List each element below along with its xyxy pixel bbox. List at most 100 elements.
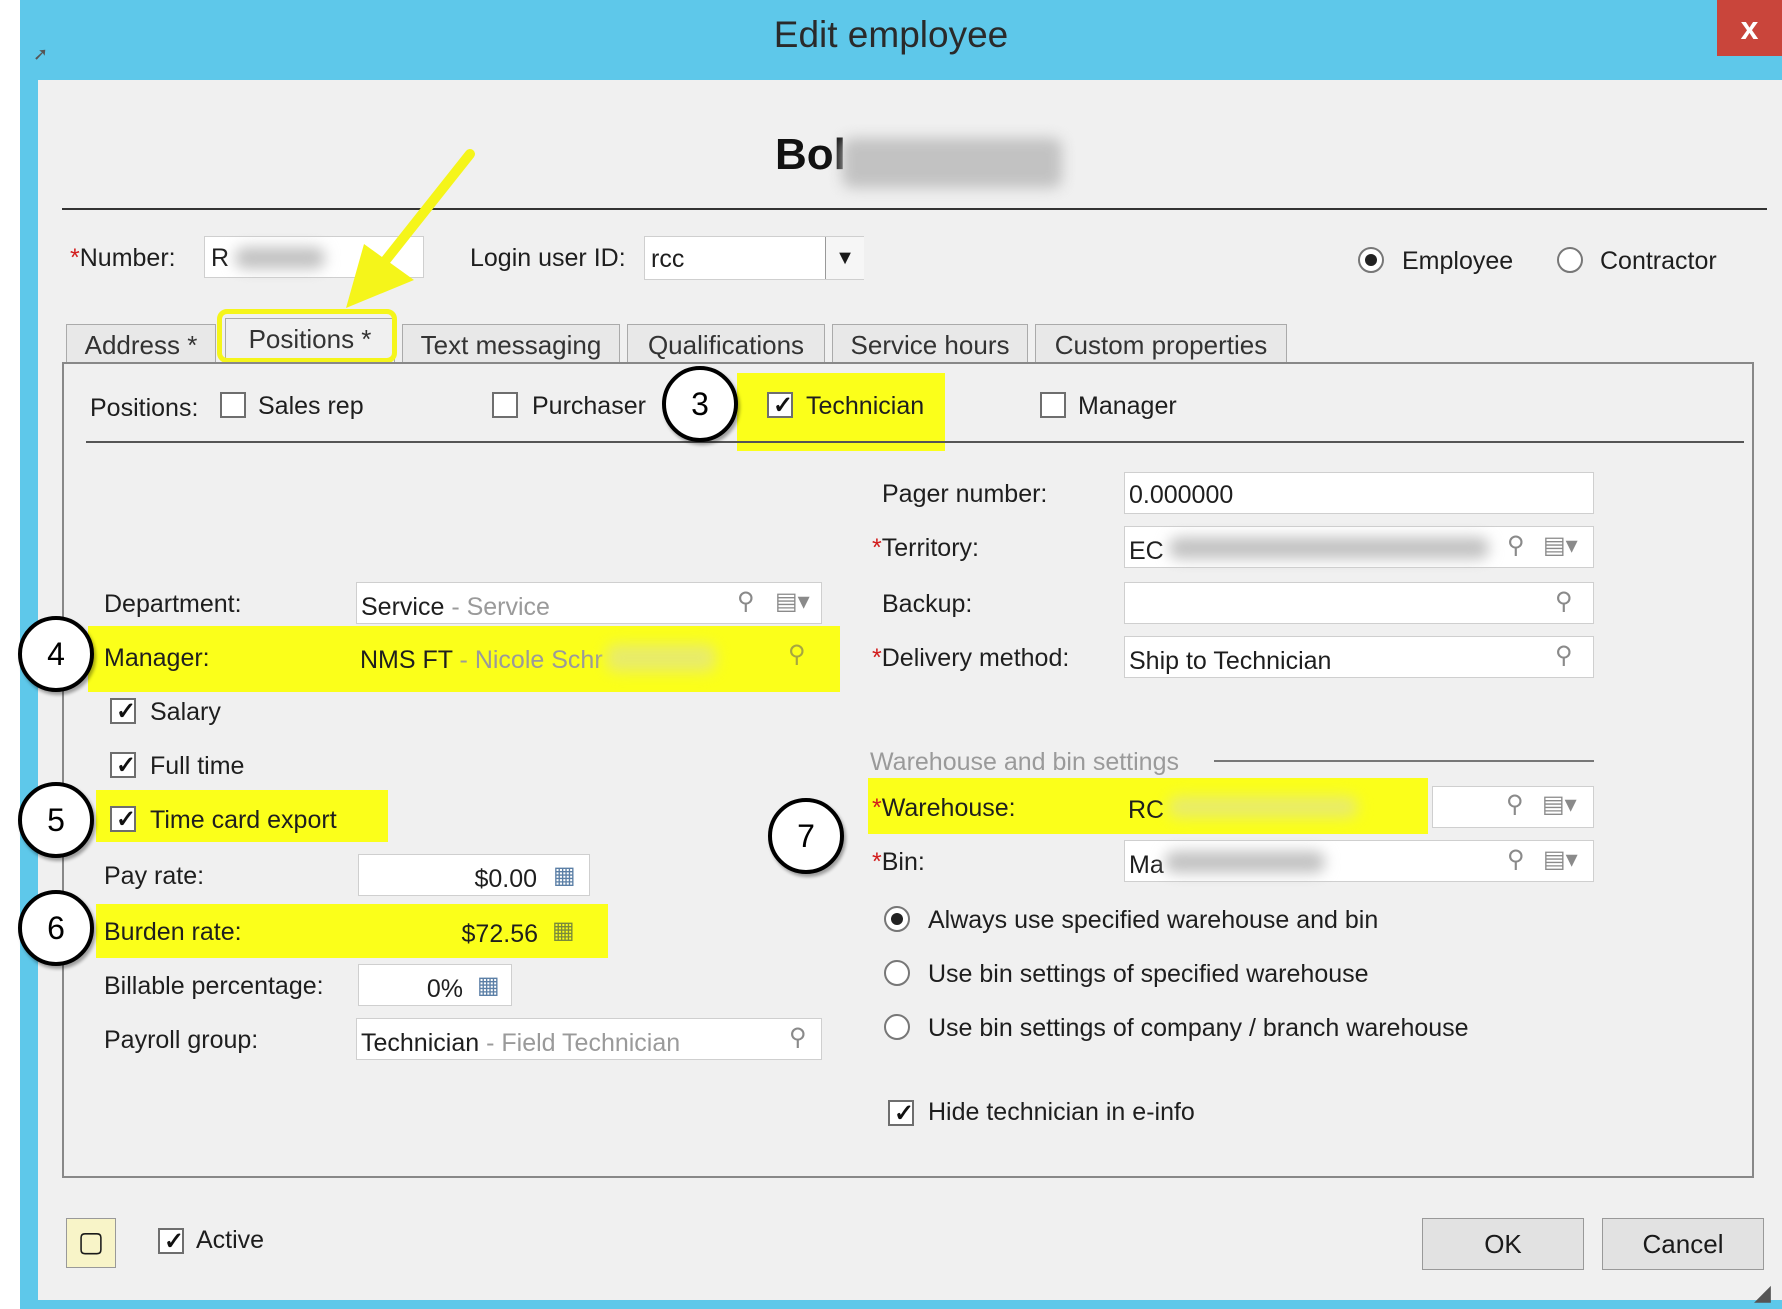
- department-code: Service: [361, 593, 445, 621]
- radio-use-warehouse-bin[interactable]: [884, 960, 910, 986]
- redacted-manager: [606, 644, 716, 672]
- search-icon[interactable]: ⚲: [1555, 641, 1573, 670]
- close-button[interactable]: x: [1717, 0, 1782, 56]
- bin-value: Ma: [1129, 851, 1164, 879]
- search-icon[interactable]: ⚲: [1555, 587, 1573, 616]
- manager-field[interactable]: NMS FT - Nicole Schr ⚲: [356, 636, 822, 678]
- territory-field[interactable]: EC ⚲ ▤▾: [1124, 526, 1594, 568]
- radio-employee[interactable]: [1358, 247, 1384, 273]
- billable-percentage-value: 0%: [426, 975, 463, 1003]
- search-icon[interactable]: ⚲: [1506, 790, 1524, 819]
- pay-rate-label: Pay rate:: [104, 862, 205, 890]
- tab-qualifications[interactable]: Qualifications: [627, 324, 825, 364]
- redacted-warehouse: [1168, 796, 1358, 818]
- lookup-menu-icon[interactable]: ▤▾: [1542, 790, 1577, 819]
- positions-divider: [86, 441, 1744, 443]
- chevron-down-icon[interactable]: ▼: [825, 237, 864, 279]
- payroll-group-field[interactable]: Technician - Field Technician ⚲: [356, 1018, 822, 1060]
- desktop-strip: [0, 0, 20, 1309]
- lookup-menu-icon[interactable]: ▤▾: [775, 587, 810, 616]
- burden-rate-label: Burden rate:: [104, 918, 242, 946]
- pager-number-field[interactable]: 0.000000: [1124, 472, 1594, 514]
- warehouse-label: *Warehouse:: [872, 794, 1016, 822]
- department-field[interactable]: Service - Service ⚲ ▤▾: [356, 582, 822, 624]
- calculator-icon[interactable]: ▦: [553, 861, 576, 890]
- search-icon[interactable]: ⚲: [1507, 845, 1525, 874]
- positions-label: Positions:: [90, 394, 199, 422]
- radio-use-company-bin[interactable]: [884, 1014, 910, 1040]
- hide-technician-checkbox[interactable]: ✓: [888, 1100, 914, 1126]
- callout-5: 5: [18, 782, 94, 858]
- radio-use-company-bin-label: Use bin settings of company / branch war…: [928, 1014, 1469, 1042]
- pager-number-value: 0.000000: [1129, 481, 1234, 509]
- billable-percentage-label: Billable percentage:: [104, 972, 324, 1000]
- sales-rep-checkbox[interactable]: [220, 392, 246, 418]
- number-value: R: [211, 244, 230, 272]
- radio-always-use-specified[interactable]: [884, 906, 910, 932]
- cancel-button[interactable]: Cancel: [1602, 1218, 1764, 1270]
- active-label: Active: [196, 1226, 265, 1254]
- login-label: Login user ID:: [470, 244, 626, 272]
- redacted-name: [842, 138, 1062, 188]
- resize-grip-icon[interactable]: ◢: [1754, 1280, 1771, 1306]
- hide-technician-label: Hide technician in e-info: [928, 1098, 1195, 1126]
- search-icon[interactable]: ⚲: [1507, 531, 1525, 560]
- payroll-group-label: Payroll group:: [104, 1026, 259, 1054]
- bin-field[interactable]: Ma ⚲ ▤▾: [1124, 840, 1594, 882]
- warehouse-section-title: Warehouse and bin settings: [870, 748, 1179, 776]
- manager-desc: - Nicole Schr: [459, 646, 603, 674]
- annotation-arrow: [346, 149, 475, 308]
- search-icon[interactable]: ⚲: [789, 1023, 807, 1052]
- lookup-menu-icon[interactable]: ▤▾: [1543, 531, 1578, 560]
- warehouse-section-rule: [1214, 760, 1594, 762]
- salary-label: Salary: [150, 698, 221, 726]
- salary-checkbox[interactable]: ✓: [110, 698, 136, 724]
- header-divider: [62, 208, 1767, 210]
- tab-address[interactable]: Address *: [66, 324, 216, 364]
- delivery-method-label: *Delivery method:: [872, 644, 1070, 672]
- department-desc: - Service: [451, 593, 550, 621]
- callout-3: 3: [662, 366, 738, 442]
- redacted-bin: [1165, 851, 1325, 873]
- billable-percentage-field[interactable]: 0% ▦: [358, 964, 512, 1006]
- radio-always-use-specified-label: Always use specified warehouse and bin: [928, 906, 1379, 934]
- full-time-label: Full time: [150, 752, 245, 780]
- calculator-icon[interactable]: ▦: [477, 971, 500, 1000]
- login-user-select[interactable]: rcc ▼: [644, 236, 864, 280]
- payroll-group-code: Technician: [361, 1029, 480, 1057]
- calculator-icon[interactable]: ▦: [552, 916, 575, 945]
- manager-checkbox[interactable]: [1040, 392, 1066, 418]
- technician-checkbox[interactable]: ✓: [767, 392, 793, 418]
- callout-7: 7: [768, 798, 844, 874]
- pager-number-label: Pager number:: [882, 480, 1048, 508]
- callout-6: 6: [18, 890, 94, 966]
- backup-field[interactable]: ⚲: [1124, 582, 1594, 624]
- full-time-checkbox[interactable]: ✓: [110, 752, 136, 778]
- number-label: *Number:: [70, 244, 176, 272]
- tab-text-messaging[interactable]: Text messaging: [402, 324, 620, 364]
- lookup-menu-icon[interactable]: ▤▾: [1543, 845, 1578, 874]
- lookup-search-icon[interactable]: ⚲: [737, 587, 755, 616]
- backup-label: Backup:: [882, 590, 973, 618]
- radio-use-warehouse-bin-label: Use bin settings of specified warehouse: [928, 960, 1369, 988]
- tab-custom-properties[interactable]: Custom properties: [1035, 324, 1287, 364]
- delivery-method-value: Ship to Technician: [1129, 647, 1332, 675]
- time-card-export-label: Time card export: [150, 806, 337, 834]
- redacted-territory: [1169, 537, 1489, 559]
- purchaser-checkbox[interactable]: [492, 392, 518, 418]
- bin-label: *Bin:: [872, 848, 925, 876]
- ok-button[interactable]: OK: [1422, 1218, 1584, 1270]
- notes-icon[interactable]: ▢: [66, 1218, 116, 1268]
- active-checkbox[interactable]: ✓: [158, 1228, 184, 1254]
- radio-contractor-label: Contractor: [1600, 247, 1717, 275]
- warehouse-field[interactable]: RC ⚲ ▤▾: [1124, 786, 1594, 828]
- technician-label: Technician: [806, 392, 925, 420]
- radio-contractor[interactable]: [1557, 247, 1583, 273]
- burden-rate-field[interactable]: $72.56 ▦: [358, 910, 590, 952]
- delivery-method-field[interactable]: Ship to Technician ⚲: [1124, 636, 1594, 678]
- tab-service-hours[interactable]: Service hours: [832, 324, 1028, 364]
- search-icon[interactable]: ⚲: [788, 640, 806, 669]
- pay-rate-field[interactable]: $0.00 ▦: [358, 854, 590, 896]
- territory-value: EC: [1129, 537, 1164, 565]
- time-card-export-checkbox[interactable]: ✓: [110, 806, 136, 832]
